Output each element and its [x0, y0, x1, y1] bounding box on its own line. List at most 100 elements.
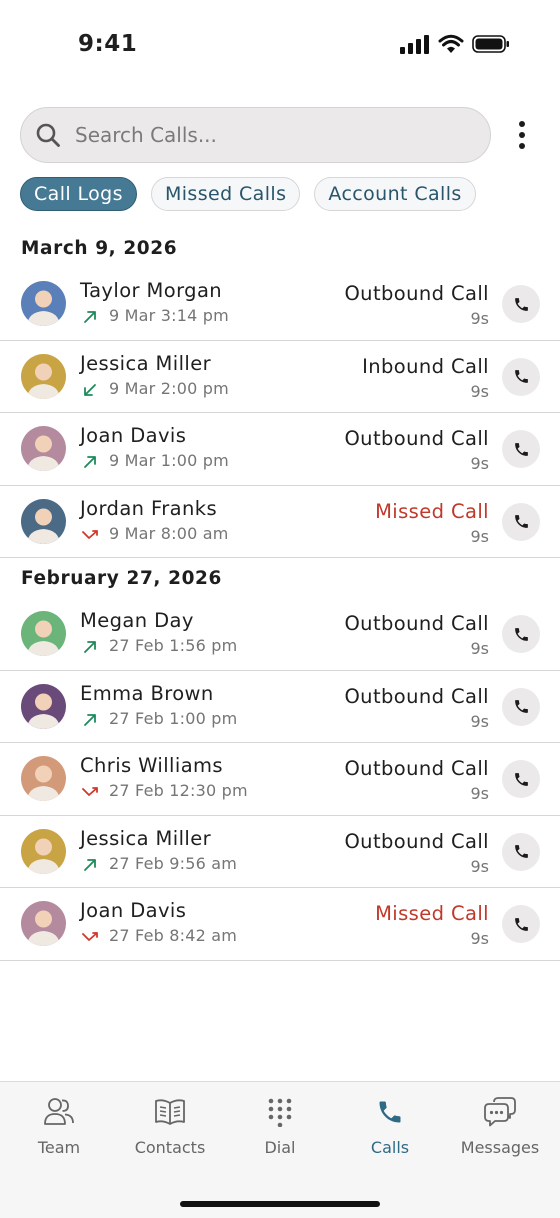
phone-icon [514, 370, 528, 383]
call-duration: 9s [470, 784, 489, 803]
call-type: Inbound Call [362, 354, 489, 378]
wifi-icon [438, 34, 464, 53]
call-row[interactable]: Megan Day 27 Feb 1:56 pm Outbound Call 9s [0, 598, 560, 671]
call-type: Outbound Call [344, 684, 489, 708]
phone-icon [514, 515, 528, 528]
call-time: 9 Mar 2:00 pm [109, 378, 229, 398]
home-indicator [180, 1201, 380, 1207]
tab-dial[interactable]: Dial [225, 1096, 335, 1157]
missed-call-arrow-icon [82, 529, 98, 539]
call-type: Outbound Call [344, 282, 489, 305]
call-back-button[interactable] [502, 760, 540, 798]
bottom-tab-bar: Team Contacts Dial Calls Messages [0, 1081, 560, 1218]
call-back-button[interactable] [502, 832, 540, 871]
status-icons [400, 34, 510, 54]
call-type: Outbound Call [344, 427, 489, 450]
inbound-arrow-icon [84, 383, 96, 396]
outbound-arrow-icon [84, 456, 96, 468]
call-time: 27 Feb 1:56 pm [109, 636, 238, 655]
avatar [21, 498, 66, 544]
tab-messages[interactable]: Messages [445, 1096, 555, 1157]
call-back-button[interactable] [502, 430, 540, 468]
tab-contacts[interactable]: Contacts [115, 1096, 225, 1157]
contact-name: Megan Day [80, 609, 194, 632]
call-back-button[interactable] [502, 615, 540, 653]
tab-label-dial: Dial [264, 1138, 296, 1157]
filter-chip-call-logs[interactable]: Call Logs [20, 177, 137, 211]
signal-icon [400, 35, 429, 54]
call-type: Outbound Call [344, 757, 489, 780]
call-row[interactable]: Joan Davis 27 Feb 8:42 am Missed Call 9s [0, 888, 560, 961]
search-box[interactable] [20, 107, 491, 163]
call-row[interactable]: Jordan Franks 9 Mar 8:00 am Missed Call 9s [0, 486, 560, 558]
call-back-button[interactable] [502, 687, 540, 726]
call-time: 27 Feb 8:42 am [109, 926, 238, 945]
contact-name: Taylor Morgan [80, 279, 223, 302]
search-row [20, 107, 540, 163]
call-type: Missed Call [375, 902, 489, 925]
contact-name: Joan Davis [80, 899, 187, 922]
call-duration: 9s [470, 526, 489, 546]
tab-team[interactable]: Team [4, 1096, 114, 1157]
call-duration: 9s [470, 929, 489, 948]
date-header: February 27, 2026 [21, 567, 222, 589]
call-time: 9 Mar 1:00 pm [109, 451, 229, 470]
dialpad-icon [268, 1098, 292, 1127]
phone-icon [514, 772, 528, 786]
battery-icon [472, 35, 509, 53]
contact-name: Chris Williams [80, 754, 223, 777]
call-row[interactable]: Taylor Morgan 9 Mar 3:14 pm Outbound Call 9… [0, 268, 560, 341]
avatar [21, 756, 66, 801]
date-header: March 9, 2026 [21, 237, 178, 259]
avatar [21, 611, 66, 656]
call-back-button[interactable] [502, 285, 540, 323]
outbound-arrow-icon [84, 311, 96, 323]
call-row[interactable]: Jessica Miller 9 Mar 2:00 pm Inbound Call 9… [0, 341, 560, 413]
contact-name: Emma Brown [80, 681, 214, 705]
avatar [21, 683, 66, 729]
chat-bubbles-icon [484, 1097, 516, 1127]
avatar [21, 353, 66, 399]
more-options-button[interactable] [504, 115, 540, 155]
call-type: Outbound Call [344, 829, 489, 853]
contact-name: Jordan Franks [80, 496, 218, 520]
avatar [21, 828, 66, 874]
call-back-button[interactable] [502, 905, 540, 943]
more-dot-icon [519, 143, 525, 149]
tab-label-messages: Messages [460, 1138, 540, 1157]
filter-chip-account-calls[interactable]: Account Calls [314, 177, 476, 211]
tab-label-calls: Calls [370, 1138, 410, 1157]
search-input[interactable] [75, 123, 455, 147]
call-time: 27 Feb 12:30 pm [109, 781, 248, 800]
more-dot-icon [519, 121, 525, 127]
call-duration: 9s [470, 639, 489, 658]
tab-calls[interactable]: Calls [335, 1096, 445, 1157]
call-duration: 9s [470, 856, 489, 876]
outbound-arrow-icon [84, 641, 96, 653]
contact-name: Joan Davis [80, 424, 187, 447]
call-row[interactable]: Chris Williams 27 Feb 12:30 pm Outbound Ca… [0, 743, 560, 816]
call-row[interactable]: Emma Brown 27 Feb 1:00 pm Outbound Call 9s [0, 671, 560, 743]
phone-icon [514, 297, 528, 311]
call-type: Outbound Call [344, 612, 489, 635]
call-back-button[interactable] [502, 357, 540, 396]
call-row[interactable]: Jessica Miller 27 Feb 9:56 am Outbound Cal… [0, 816, 560, 888]
tab-label-team: Team [37, 1138, 81, 1157]
call-duration: 9s [470, 711, 489, 731]
call-duration: 9s [470, 454, 489, 473]
people-icon [44, 1098, 74, 1125]
call-row[interactable]: Joan Davis 9 Mar 1:00 pm Outbound Call 9s [0, 413, 560, 486]
book-icon [155, 1099, 185, 1125]
phone-icon [379, 1101, 401, 1123]
contact-name: Jessica Miller [80, 351, 212, 375]
outbound-arrow-icon [84, 713, 96, 726]
call-duration: 9s [470, 309, 489, 328]
filter-chip-missed-calls[interactable]: Missed Calls [150, 177, 301, 211]
tab-label-contacts: Contacts [134, 1138, 206, 1157]
more-dot-icon [519, 132, 525, 138]
call-time: 9 Mar 3:14 pm [109, 306, 229, 325]
call-list: March 9, 2026 Taylor Morgan 9 Mar 3:14 pm O… [0, 228, 560, 961]
call-back-button[interactable] [502, 502, 540, 541]
avatar [21, 901, 66, 946]
phone-icon [514, 442, 528, 456]
